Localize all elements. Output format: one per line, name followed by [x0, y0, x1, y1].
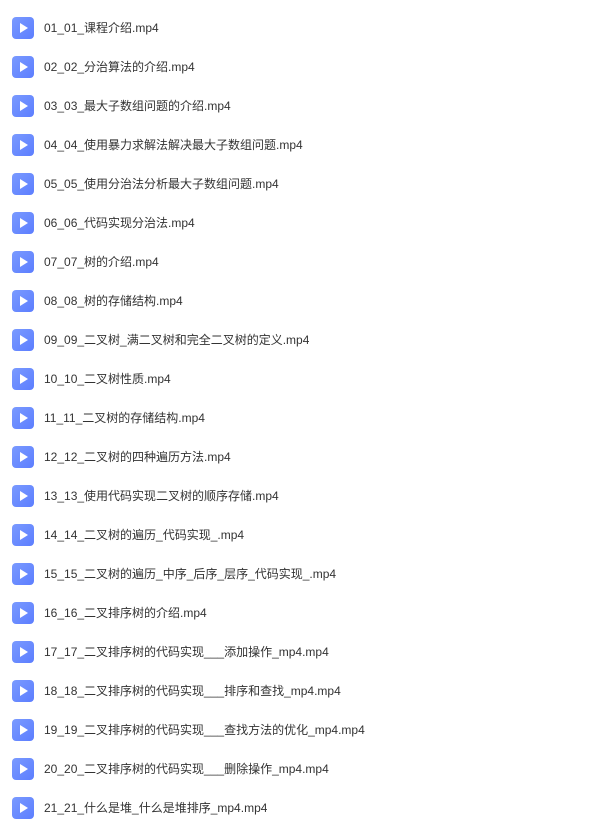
- file-row[interactable]: 03_03_最大子数组问题的介绍.mp4: [0, 86, 593, 125]
- file-row[interactable]: 13_13_使用代码实现二叉树的顺序存储.mp4: [0, 476, 593, 515]
- file-row[interactable]: 06_06_代码实现分治法.mp4: [0, 203, 593, 242]
- file-name: 21_21_什么是堆_什么是堆排序_mp4.mp4: [44, 799, 267, 816]
- video-file-icon: [12, 56, 34, 78]
- file-name: 08_08_树的存储结构.mp4: [44, 292, 183, 309]
- file-row[interactable]: 07_07_树的介绍.mp4: [0, 242, 593, 281]
- file-row[interactable]: 10_10_二叉树性质.mp4: [0, 359, 593, 398]
- file-name: 02_02_分治算法的介绍.mp4: [44, 58, 195, 75]
- video-file-icon: [12, 251, 34, 273]
- video-file-icon: [12, 680, 34, 702]
- video-file-icon: [12, 212, 34, 234]
- file-row[interactable]: 09_09_二叉树_满二叉树和完全二叉树的定义.mp4: [0, 320, 593, 359]
- video-file-icon: [12, 446, 34, 468]
- file-name: 01_01_课程介绍.mp4: [44, 19, 159, 36]
- file-row[interactable]: 17_17_二叉排序树的代码实现___添加操作_mp4.mp4: [0, 632, 593, 671]
- video-file-icon: [12, 173, 34, 195]
- file-name: 12_12_二叉树的四种遍历方法.mp4: [44, 448, 231, 465]
- file-row[interactable]: 19_19_二叉排序树的代码实现___查找方法的优化_mp4.mp4: [0, 710, 593, 749]
- file-name: 03_03_最大子数组问题的介绍.mp4: [44, 97, 231, 114]
- file-row[interactable]: 20_20_二叉排序树的代码实现___删除操作_mp4.mp4: [0, 749, 593, 788]
- file-name: 06_06_代码实现分治法.mp4: [44, 214, 195, 231]
- video-file-icon: [12, 758, 34, 780]
- file-row[interactable]: 04_04_使用暴力求解法解决最大子数组问题.mp4: [0, 125, 593, 164]
- file-row[interactable]: 02_02_分治算法的介绍.mp4: [0, 47, 593, 86]
- file-name: 14_14_二叉树的遍历_代码实现_.mp4: [44, 526, 244, 543]
- file-row[interactable]: 15_15_二叉树的遍历_中序_后序_层序_代码实现_.mp4: [0, 554, 593, 593]
- file-name: 07_07_树的介绍.mp4: [44, 253, 159, 270]
- video-file-icon: [12, 797, 34, 819]
- file-row[interactable]: 21_21_什么是堆_什么是堆排序_mp4.mp4: [0, 788, 593, 827]
- video-file-icon: [12, 563, 34, 585]
- video-file-icon: [12, 329, 34, 351]
- file-name: 09_09_二叉树_满二叉树和完全二叉树的定义.mp4: [44, 331, 309, 348]
- video-file-icon: [12, 17, 34, 39]
- file-row[interactable]: 16_16_二叉排序树的介绍.mp4: [0, 593, 593, 632]
- file-name: 05_05_使用分治法分析最大子数组问题.mp4: [44, 175, 279, 192]
- file-row[interactable]: 18_18_二叉排序树的代码实现___排序和查找_mp4.mp4: [0, 671, 593, 710]
- file-row[interactable]: 05_05_使用分治法分析最大子数组问题.mp4: [0, 164, 593, 203]
- file-name: 17_17_二叉排序树的代码实现___添加操作_mp4.mp4: [44, 643, 329, 660]
- file-row[interactable]: 08_08_树的存储结构.mp4: [0, 281, 593, 320]
- file-name: 15_15_二叉树的遍历_中序_后序_层序_代码实现_.mp4: [44, 565, 336, 582]
- file-name: 04_04_使用暴力求解法解决最大子数组问题.mp4: [44, 136, 303, 153]
- video-file-icon: [12, 290, 34, 312]
- video-file-icon: [12, 719, 34, 741]
- file-name: 13_13_使用代码实现二叉树的顺序存储.mp4: [44, 487, 279, 504]
- video-file-icon: [12, 602, 34, 624]
- file-row[interactable]: 14_14_二叉树的遍历_代码实现_.mp4: [0, 515, 593, 554]
- video-file-icon: [12, 524, 34, 546]
- video-file-icon: [12, 485, 34, 507]
- video-file-icon: [12, 95, 34, 117]
- file-name: 16_16_二叉排序树的介绍.mp4: [44, 604, 207, 621]
- file-name: 19_19_二叉排序树的代码实现___查找方法的优化_mp4.mp4: [44, 721, 365, 738]
- file-name: 10_10_二叉树性质.mp4: [44, 370, 171, 387]
- video-file-icon: [12, 368, 34, 390]
- file-list: 01_01_课程介绍.mp4 02_02_分治算法的介绍.mp4 03_03_最大子…: [0, 8, 593, 827]
- file-name: 20_20_二叉排序树的代码实现___删除操作_mp4.mp4: [44, 760, 329, 777]
- video-file-icon: [12, 407, 34, 429]
- video-file-icon: [12, 134, 34, 156]
- file-name: 11_11_二叉树的存储结构.mp4: [44, 409, 205, 426]
- file-row[interactable]: 12_12_二叉树的四种遍历方法.mp4: [0, 437, 593, 476]
- video-file-icon: [12, 641, 34, 663]
- file-row[interactable]: 11_11_二叉树的存储结构.mp4: [0, 398, 593, 437]
- file-name: 18_18_二叉排序树的代码实现___排序和查找_mp4.mp4: [44, 682, 341, 699]
- file-row[interactable]: 01_01_课程介绍.mp4: [0, 8, 593, 47]
